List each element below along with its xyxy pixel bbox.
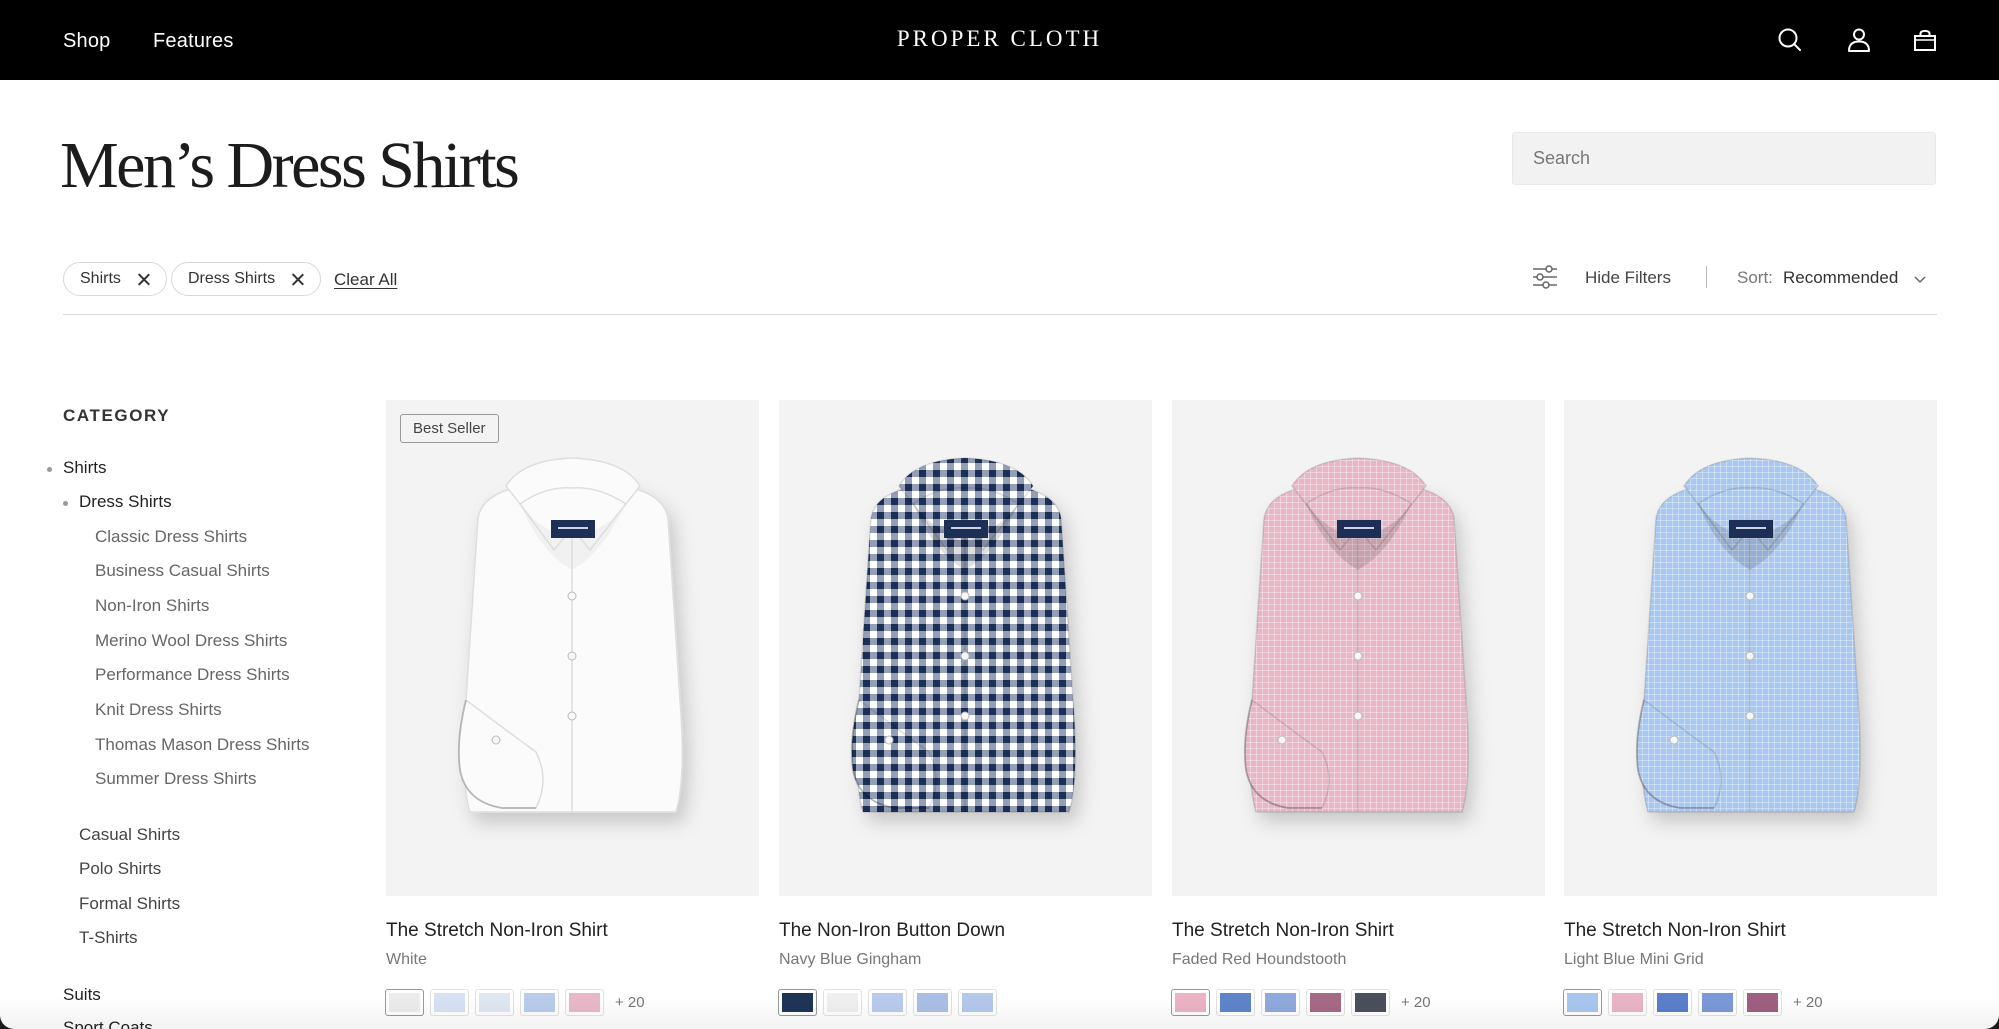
product-name[interactable]: The Stretch Non-Iron Shirt <box>386 920 608 942</box>
color-swatches: + 20 <box>386 990 645 1015</box>
shirt-illustration <box>1635 457 1861 813</box>
page-title: Men’s Dress Shirts <box>60 129 520 202</box>
sidebar-item-classic-dress-shirts[interactable]: Classic Dress Shirts <box>95 527 247 547</box>
color-swatches: + 20 <box>1172 990 1431 1015</box>
color-swatch[interactable] <box>1744 990 1781 1015</box>
sidebar-item-casual-shirts[interactable]: Casual Shirts <box>79 825 180 845</box>
best-seller-badge: Best Seller <box>400 414 499 443</box>
product-image[interactable]: Best Seller <box>386 400 759 896</box>
divider <box>1706 266 1707 288</box>
nav-features-link[interactable]: Features <box>153 30 234 53</box>
active-bullet <box>47 467 52 472</box>
sidebar-item-formal-shirts[interactable]: Formal Shirts <box>79 894 180 914</box>
sidebar-item-summer-dress-shirts[interactable]: Summer Dress Shirts <box>95 769 257 789</box>
product-color: White <box>386 951 427 968</box>
product-name[interactable]: The Stretch Non-Iron Shirt <box>1564 920 1786 942</box>
color-swatch[interactable] <box>431 990 468 1015</box>
sidebar-item-sport-coats[interactable]: Sport Coats <box>63 1018 153 1029</box>
color-swatch[interactable] <box>1699 990 1736 1015</box>
sidebar-item-dress-shirts[interactable]: Dress Shirts <box>79 492 172 512</box>
filter-chip-label: Dress Shirts <box>188 270 276 287</box>
sidebar-item-polo-shirts[interactable]: Polo Shirts <box>79 859 161 879</box>
search-input[interactable] <box>1512 132 1936 185</box>
product-color: Faded Red Houndstooth <box>1172 951 1347 968</box>
color-swatch[interactable] <box>959 990 996 1015</box>
color-swatch[interactable] <box>1262 990 1299 1015</box>
product-image[interactable] <box>1564 400 1937 896</box>
product-name[interactable]: The Non-Iron Button Down <box>779 920 1005 942</box>
color-swatch[interactable] <box>1217 990 1254 1015</box>
color-swatch[interactable] <box>1172 990 1209 1015</box>
sidebar-item-shirts[interactable]: Shirts <box>63 458 106 478</box>
color-swatch[interactable] <box>386 990 423 1015</box>
sidebar-item-merino-wool-dress-shirts[interactable]: Merino Wool Dress Shirts <box>95 631 287 651</box>
top-navigation: Shop Features PROPER CLOTH <box>0 0 1999 80</box>
sidebar-item-performance-dress-shirts[interactable]: Performance Dress Shirts <box>95 665 290 685</box>
color-swatch[interactable] <box>1307 990 1344 1015</box>
active-bullet <box>63 501 68 506</box>
product-name[interactable]: The Stretch Non-Iron Shirt <box>1172 920 1394 942</box>
shirt-illustration <box>850 457 1076 813</box>
brand-logo[interactable]: PROPER CLOTH <box>897 26 1102 51</box>
category-heading: CATEGORY <box>63 406 171 425</box>
product-color: Light Blue Mini Grid <box>1564 951 1704 968</box>
sidebar-item-t-shirts[interactable]: T-Shirts <box>79 928 138 948</box>
color-swatch[interactable] <box>1609 990 1646 1015</box>
shirt-illustration <box>1243 457 1469 813</box>
color-swatches <box>779 990 996 1015</box>
sort-label: Sort: <box>1737 268 1773 287</box>
color-swatch[interactable] <box>824 990 861 1015</box>
color-swatch[interactable] <box>566 990 603 1015</box>
color-swatch[interactable] <box>1654 990 1691 1015</box>
color-swatch[interactable] <box>779 990 816 1015</box>
more-colors-count[interactable]: + 20 <box>615 994 645 1011</box>
hide-filters-button[interactable]: Hide Filters <box>1585 268 1671 288</box>
chevron-down-icon[interactable] <box>1912 271 1928 287</box>
color-swatch[interactable] <box>1352 990 1389 1015</box>
more-colors-count[interactable]: + 20 <box>1401 994 1431 1011</box>
sidebar-item-knit-dress-shirts[interactable]: Knit Dress Shirts <box>95 700 222 720</box>
color-swatch[interactable] <box>1564 990 1601 1015</box>
page: Shop Features PROPER CLOTH Men’s Dress S… <box>0 0 1999 1029</box>
color-swatch[interactable] <box>476 990 513 1015</box>
color-swatch[interactable] <box>869 990 906 1015</box>
shopping-bag-icon[interactable] <box>1911 26 1939 54</box>
color-swatch[interactable] <box>521 990 558 1015</box>
product-color: Navy Blue Gingham <box>779 951 922 968</box>
sidebar-item-suits[interactable]: Suits <box>63 985 101 1005</box>
brand-logo-container: PROPER CLOTH <box>0 26 1999 52</box>
sort-dropdown[interactable]: Recommended <box>1783 268 1898 288</box>
nav-shop-link[interactable]: Shop <box>63 30 111 53</box>
close-icon[interactable] <box>137 273 150 286</box>
color-swatches: + 20 <box>1564 990 1823 1015</box>
filter-bar-divider <box>63 314 1937 315</box>
product-image[interactable] <box>1172 400 1545 896</box>
sidebar-item-business-casual-shirts[interactable]: Business Casual Shirts <box>95 561 270 581</box>
product-image[interactable] <box>779 400 1152 896</box>
search-icon[interactable] <box>1776 26 1804 54</box>
close-icon[interactable] <box>291 273 304 286</box>
sliders-icon[interactable] <box>1530 262 1560 292</box>
filter-chip-dress-shirts[interactable]: Dress Shirts <box>171 262 322 296</box>
color-swatch[interactable] <box>914 990 951 1015</box>
filter-chip-shirts[interactable]: Shirts <box>63 262 167 296</box>
sidebar-item-thomas-mason-dress-shirts[interactable]: Thomas Mason Dress Shirts <box>95 735 309 755</box>
clear-all-link[interactable]: Clear All <box>334 270 397 290</box>
account-icon[interactable] <box>1845 26 1873 54</box>
filter-chip-label: Shirts <box>80 270 121 287</box>
more-colors-count[interactable]: + 20 <box>1793 994 1823 1011</box>
sidebar-item-non-iron-shirts[interactable]: Non-Iron Shirts <box>95 596 209 616</box>
shirt-illustration <box>457 457 683 813</box>
